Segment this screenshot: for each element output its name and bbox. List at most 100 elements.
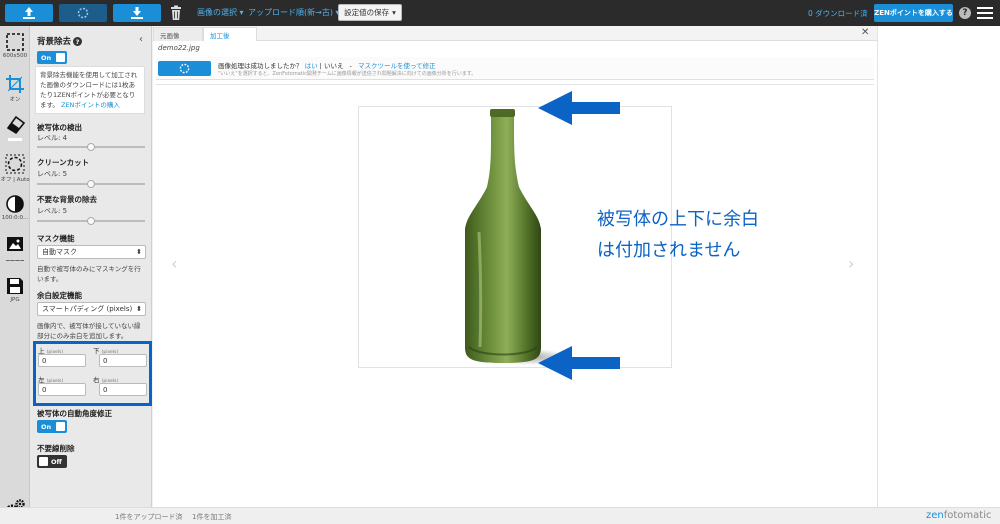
contrast-label: 100:0:0... xyxy=(1,215,29,221)
padding-title: 余白設定機能 xyxy=(37,291,82,300)
line-removal-toggle[interactable]: Off xyxy=(37,455,67,468)
download-button[interactable] xyxy=(113,4,161,22)
trash-icon xyxy=(171,5,181,20)
spinner-icon xyxy=(179,63,190,74)
feedback-question-text: 画像処理は成功しましたか？ xyxy=(218,62,303,70)
brand-zen: zen xyxy=(926,510,944,521)
canvas-size-label: 600x500 xyxy=(2,53,28,59)
spinner-icon xyxy=(77,7,89,19)
unwanted-bg-level: レベル: 5 xyxy=(37,207,68,215)
processed-count: 1件を加工済 xyxy=(192,513,232,521)
trash-button[interactable] xyxy=(168,4,184,22)
divider xyxy=(156,84,874,85)
pad-left-input[interactable]: 0 xyxy=(38,383,86,396)
image-icon xyxy=(7,237,23,251)
tab-processed[interactable]: 加工後 xyxy=(203,27,257,41)
prev-image-icon[interactable]: ‹ xyxy=(171,254,177,273)
contrast-icon xyxy=(6,195,24,213)
main-view: 元画像 加工後 ✕ demo22.jpg 画像処理は成功しましたか？ はい | … xyxy=(153,26,877,507)
cleancut-slider[interactable] xyxy=(37,180,145,188)
feedback-separator: - xyxy=(349,62,352,70)
download-icon xyxy=(131,7,143,19)
mask-select-value: 自動マスク xyxy=(42,248,77,256)
file-name: demo22.jpg xyxy=(158,44,200,52)
mask-help: 自動で被写体のみにマスキングを行います。 xyxy=(37,265,141,283)
select-images-label: 画像の選択 xyxy=(197,8,237,17)
upload-button[interactable] xyxy=(5,4,53,22)
format-tool[interactable]: JPG xyxy=(0,276,30,303)
padding-select[interactable]: スマートパディング (pixels) ⬍ xyxy=(37,302,146,316)
feedback-yes-link[interactable]: はい xyxy=(305,62,318,70)
crop-tool[interactable]: オン xyxy=(0,74,30,103)
line-removal-title: 不要線削除 xyxy=(37,444,75,453)
arrow-bottom-icon xyxy=(538,346,620,380)
buy-points-button[interactable]: ZENポイントを購入する xyxy=(874,4,953,22)
auto-angle-title: 被写体の自動角度修正 xyxy=(37,409,112,418)
floppy-disk-icon xyxy=(7,278,23,294)
cleancut-title: クリーンカット xyxy=(37,158,90,167)
select-arrows-icon: ⬍ xyxy=(136,305,142,313)
eraser-icon xyxy=(6,115,26,135)
eraser-swatch xyxy=(8,138,22,141)
unwanted-bg-slider[interactable] xyxy=(37,217,145,225)
close-icon[interactable]: ✕ xyxy=(861,27,869,38)
status-bar: 1件をアップロード済 1件を加工済 zenfotomatic xyxy=(0,507,1000,524)
caret-down-icon: ▾ xyxy=(239,8,244,17)
select-images-menu[interactable]: 画像の選択 ▾ xyxy=(197,7,244,18)
mask-tool-link[interactable]: マスクツールを使って修正 xyxy=(358,62,436,70)
format-label: JPG xyxy=(10,297,20,303)
rotate-icon xyxy=(5,154,25,174)
upload-icon xyxy=(23,7,35,19)
padding-select-value: スマートパディング (pixels) xyxy=(42,305,133,313)
mask-select[interactable]: 自動マスク ⬍ xyxy=(37,245,146,259)
line-removal-toggle-label: Off xyxy=(51,457,62,466)
uploaded-count: 1件をアップロード済 xyxy=(115,513,183,521)
unwanted-bg-title: 不要な背景の除去 xyxy=(37,195,97,204)
upload-order-menu[interactable]: アップロード順(新→古) ▾ xyxy=(248,7,340,18)
download-counter[interactable]: 0 ダウンロード済 xyxy=(808,8,868,19)
rotate-label: オフ | Auto xyxy=(0,177,30,183)
arrow-top-icon xyxy=(538,91,620,125)
canvas-size-tool[interactable]: 600x500 xyxy=(0,32,30,59)
auto-angle-toggle[interactable]: On xyxy=(37,420,67,433)
contrast-tool[interactable]: 100:0:0... xyxy=(0,194,30,221)
help-icon[interactable]: ? xyxy=(959,7,971,19)
brand-fotomatic: fotomatic xyxy=(943,510,992,521)
pad-bottom-input[interactable]: 0 xyxy=(99,354,147,367)
save-settings-label: 設定値の保存 xyxy=(344,8,390,17)
background-tool[interactable] xyxy=(0,234,30,261)
image-tabs: 元画像 加工後 ✕ xyxy=(153,26,877,41)
feedback-note: "いいえ"を選択すると、ZenFotomatic開発チームに画像情報が送信され問… xyxy=(218,71,477,77)
pad-top-input[interactable]: 0 xyxy=(38,354,86,367)
annotation-text: 被写体の上下に余白 は付加されません xyxy=(597,204,759,266)
rotate-tool[interactable]: オフ | Auto xyxy=(0,154,30,183)
tab-original[interactable]: 元画像 xyxy=(153,27,203,41)
select-arrows-icon: ⬍ xyxy=(136,248,142,256)
tool-rail: 600x500 オン オフ | Auto 100:0:0... JPG xyxy=(0,26,30,524)
crop-label: オン xyxy=(9,97,21,103)
eraser-tool[interactable] xyxy=(0,114,30,141)
next-image-icon[interactable]: › xyxy=(848,254,854,273)
feedback-no-link[interactable]: いいえ xyxy=(324,62,344,70)
slider-knob[interactable] xyxy=(87,143,95,151)
toggle-knob xyxy=(56,422,65,431)
detect-title: 被写体の検出 xyxy=(37,123,82,132)
brand-logo: zenfotomatic xyxy=(926,510,992,521)
pad-right-input[interactable]: 0 xyxy=(99,383,147,396)
rail-divider xyxy=(6,260,24,261)
right-pane xyxy=(877,26,1000,507)
crop-icon xyxy=(6,75,24,93)
upload-order-label: アップロード順(新→古) xyxy=(248,8,333,17)
caret-down-icon: ▾ xyxy=(392,8,396,17)
feedback-separator: | xyxy=(319,62,322,70)
slider-knob[interactable] xyxy=(87,217,95,225)
processing-indicator xyxy=(158,61,211,76)
save-settings-button[interactable]: 設定値の保存 ▾ xyxy=(338,4,402,21)
toggle-knob xyxy=(39,457,48,466)
process-button[interactable] xyxy=(59,4,107,22)
feedback-question: 画像処理は成功しましたか？ はい | いいえ - マスクツールを使って修正 xyxy=(218,60,436,70)
hamburger-menu-icon[interactable] xyxy=(977,7,993,19)
mask-title: マスク機能 xyxy=(37,234,75,243)
slider-knob[interactable] xyxy=(87,180,95,188)
detect-slider[interactable] xyxy=(37,143,145,151)
